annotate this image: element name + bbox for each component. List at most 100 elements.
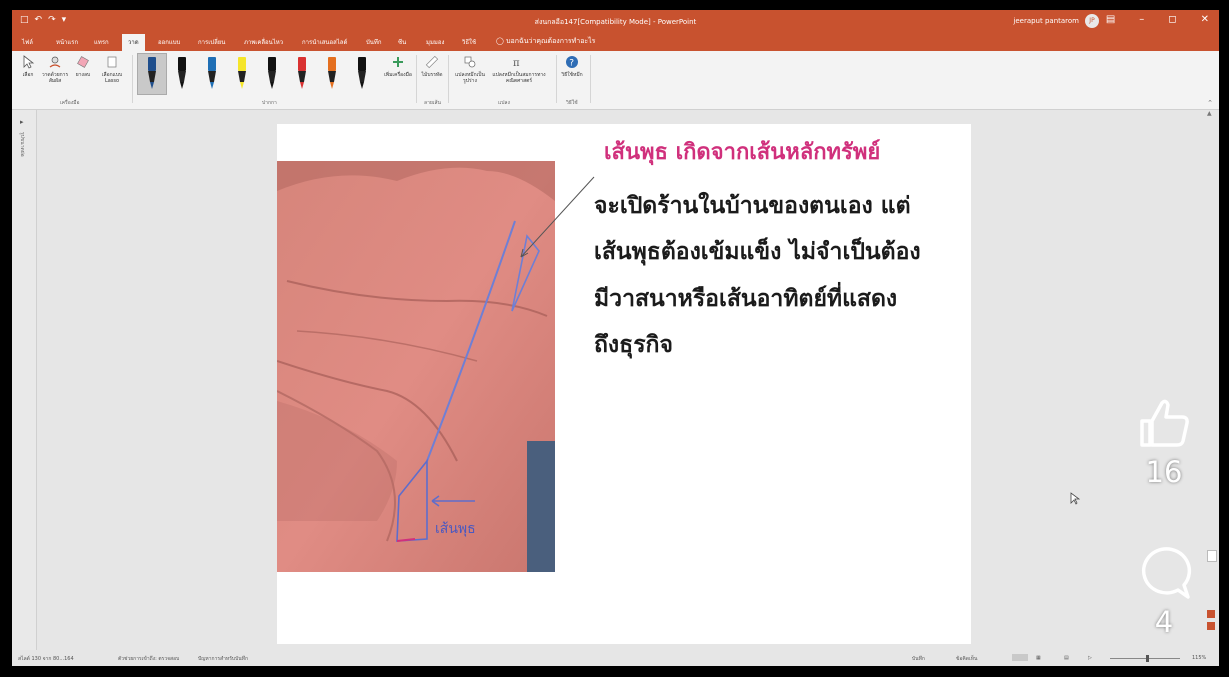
collapse-ribbon-icon[interactable]: ⌃ bbox=[1207, 99, 1213, 107]
slideshow-icon[interactable]: ▷ bbox=[1088, 655, 1092, 661]
like-count: 16 bbox=[1145, 455, 1183, 489]
svg-text:π: π bbox=[513, 58, 520, 69]
tab-design[interactable]: ออกแบบ bbox=[158, 37, 180, 47]
ink-help-button[interactable]: ? วิธีใช้หมึก bbox=[560, 55, 584, 78]
palm-photo: เส้นพุธ bbox=[277, 161, 555, 572]
next-slide-icon[interactable] bbox=[1207, 622, 1215, 630]
tab-scene[interactable]: ซีน bbox=[398, 37, 406, 47]
ruler-button[interactable]: ไม้บรรทัด bbox=[420, 55, 444, 78]
like-button[interactable]: 16 bbox=[1134, 395, 1194, 489]
window-controls: ▤ – ◻ ✕ bbox=[1106, 14, 1209, 25]
handwritten-note: เส้นพุธ bbox=[435, 521, 476, 537]
pens-group-label: ปากกา bbox=[262, 100, 277, 106]
tab-draw[interactable]: วาด bbox=[122, 34, 145, 51]
comments-button[interactable]: ข้อคิดเห็น bbox=[956, 655, 977, 663]
tab-record[interactable]: บันทึก bbox=[366, 37, 382, 47]
body-text-line[interactable]: จะเปิดร้านในบ้านของตนเอง แต่ bbox=[594, 188, 911, 224]
plus-icon bbox=[393, 57, 403, 67]
ruler-label: ไม้บรรทัด bbox=[421, 72, 443, 78]
ribbon-display-icon[interactable]: ▤ bbox=[1106, 14, 1115, 25]
add-pen-button[interactable]: เพิ่มเครื่องมือ bbox=[384, 55, 412, 78]
previous-slide-icon[interactable] bbox=[1207, 610, 1215, 618]
slide-counter: สไลด์ 130 จาก 80...164 bbox=[18, 656, 74, 662]
status-bar: สไลด์ 130 จาก 80...164 ตัวช่วยการเข้าถึง… bbox=[12, 650, 1219, 666]
pen-7[interactable] bbox=[323, 56, 341, 92]
select-button[interactable]: เลือก bbox=[18, 55, 38, 78]
pen-gallery bbox=[137, 53, 377, 95]
accessibility-status[interactable]: ตัวช่วยการเข้าถึง: ตรวจสอบ bbox=[118, 655, 179, 663]
pen-3[interactable] bbox=[203, 56, 221, 92]
ribbon: เลือก วาดด้วยการสัมผัส ยางลบ เลือกแบบ La… bbox=[12, 51, 1219, 110]
pointer-line bbox=[520, 176, 595, 258]
slide-canvas[interactable]: เส้นพุธ เส้นพุธ เกิดจากเส้นหลักทรัพย์ จะ… bbox=[277, 124, 971, 644]
pen-1[interactable] bbox=[143, 56, 161, 92]
ink-to-math-button[interactable]: π แปลงหมึกเป็นสมการทางคณิตศาสตร์ bbox=[488, 55, 550, 84]
divider bbox=[416, 55, 417, 103]
tab-transitions[interactable]: การเปลี่ยน bbox=[198, 37, 225, 47]
slide-title[interactable]: เส้นพุธ เกิดจากเส้นหลักทรัพย์ bbox=[604, 134, 880, 169]
expand-icon[interactable]: ▸ bbox=[20, 118, 24, 126]
normal-view-icon[interactable] bbox=[1012, 654, 1028, 661]
vertical-scrollbar[interactable]: ▲ bbox=[1207, 110, 1217, 650]
scroll-thumb[interactable] bbox=[1207, 550, 1217, 562]
tab-view[interactable]: มุมมอง bbox=[426, 37, 444, 47]
pen-4[interactable] bbox=[233, 56, 251, 92]
tab-slideshow[interactable]: การนำเสนอสไลด์ bbox=[302, 37, 347, 47]
convert-group-label: แปลง bbox=[498, 100, 510, 106]
slide-sorter-icon[interactable]: ▦ bbox=[1036, 655, 1041, 661]
zoom-thumb[interactable] bbox=[1146, 655, 1149, 662]
avatar[interactable]: JP bbox=[1085, 14, 1099, 28]
divider bbox=[556, 55, 557, 103]
body-text-line[interactable]: เส้นพุธต้องเข้มแข็ง ไม่จำเป็นต้อง bbox=[594, 234, 921, 270]
tab-file[interactable]: ไฟล์ bbox=[22, 37, 33, 47]
pen-5[interactable] bbox=[263, 56, 281, 92]
select-label: เลือก bbox=[22, 72, 34, 78]
comment-button[interactable]: 4 bbox=[1134, 545, 1194, 639]
user-name[interactable]: jeeraput pantarom bbox=[1013, 17, 1079, 25]
ink-to-math-label: แปลงหมึกเป็นสมการทางคณิตศาสตร์ bbox=[492, 72, 546, 84]
ink-to-shape-button[interactable]: แปลงหมึกเป็นรูปร่าง bbox=[454, 55, 486, 84]
tab-animations[interactable]: ภาพเคลื่อนไหว bbox=[244, 37, 283, 47]
reading-view-icon[interactable]: ▤ bbox=[1064, 655, 1069, 661]
body-text-line[interactable]: มีวาสนาหรือเส้นอาทิตย์ที่แสดง bbox=[594, 281, 897, 317]
zoom-slider[interactable] bbox=[1110, 658, 1180, 659]
scroll-up-icon[interactable]: ▲ bbox=[1207, 110, 1217, 118]
notes-button[interactable]: บันทึก bbox=[912, 655, 925, 663]
ribbon-tabs: ไฟล์ หน้าแรก แทรก วาด ออกแบบ การเปลี่ยน … bbox=[12, 33, 1219, 51]
body-text-line[interactable]: ถึงธุรกิจ bbox=[594, 327, 673, 363]
lasso-button[interactable]: เลือกแบบ Lasso bbox=[98, 55, 126, 84]
divider bbox=[590, 55, 591, 103]
eraser-icon bbox=[77, 56, 89, 68]
eraser-button[interactable]: ยางลบ bbox=[72, 55, 94, 78]
ink-to-shape-label: แปลงหมึกเป็นรูปร่าง bbox=[455, 72, 485, 84]
lightbulb-icon: ◯ bbox=[496, 37, 504, 45]
tab-insert[interactable]: แทรก bbox=[94, 37, 109, 47]
comment-count: 4 bbox=[1154, 605, 1174, 639]
ink-help-label: วิธีใช้หมึก bbox=[561, 72, 583, 78]
title-bar: □ ↶ ↷ ▾ ส่งนกลอือ147[Compatibility Mode]… bbox=[12, 10, 1219, 33]
tab-home[interactable]: หน้าแรก bbox=[56, 37, 78, 47]
touch-draw-button[interactable]: วาดด้วยการสัมผัส bbox=[40, 55, 70, 84]
shapes-icon bbox=[464, 56, 476, 68]
thumbnail-panel-label: รูปขนาดย่อ bbox=[19, 132, 25, 157]
thumbnail-panel[interactable]: ▸ รูปขนาดย่อ bbox=[12, 110, 37, 650]
pen-2[interactable] bbox=[173, 56, 191, 92]
pen-8[interactable] bbox=[353, 56, 371, 92]
maximize-icon[interactable]: ◻ bbox=[1168, 14, 1176, 25]
svg-text:?: ? bbox=[569, 59, 574, 69]
math-icon: π bbox=[513, 58, 520, 69]
close-icon[interactable]: ✕ bbox=[1201, 14, 1209, 25]
tell-me-search[interactable]: ◯ บอกฉันว่าคุณต้องการทำอะไร bbox=[496, 36, 595, 47]
zoom-level[interactable]: 115% bbox=[1192, 655, 1206, 661]
add-pen-label: เพิ่มเครื่องมือ bbox=[384, 72, 412, 78]
pen-6[interactable] bbox=[293, 56, 311, 92]
touch-draw-label: วาดด้วยการสัมผัส bbox=[41, 72, 69, 84]
stencils-group-label: ลายเส้น bbox=[424, 100, 441, 106]
comment-bubble-icon bbox=[1141, 547, 1192, 599]
minimize-icon[interactable]: – bbox=[1139, 14, 1144, 25]
help-icon: ? bbox=[566, 56, 578, 69]
touch-draw-icon bbox=[49, 56, 61, 68]
powerpoint-window: □ ↶ ↷ ▾ ส่งนกลอือ147[Compatibility Mode]… bbox=[12, 10, 1219, 666]
cursor-icon bbox=[23, 55, 35, 69]
tab-help[interactable]: วิธีใช้ bbox=[462, 37, 476, 47]
